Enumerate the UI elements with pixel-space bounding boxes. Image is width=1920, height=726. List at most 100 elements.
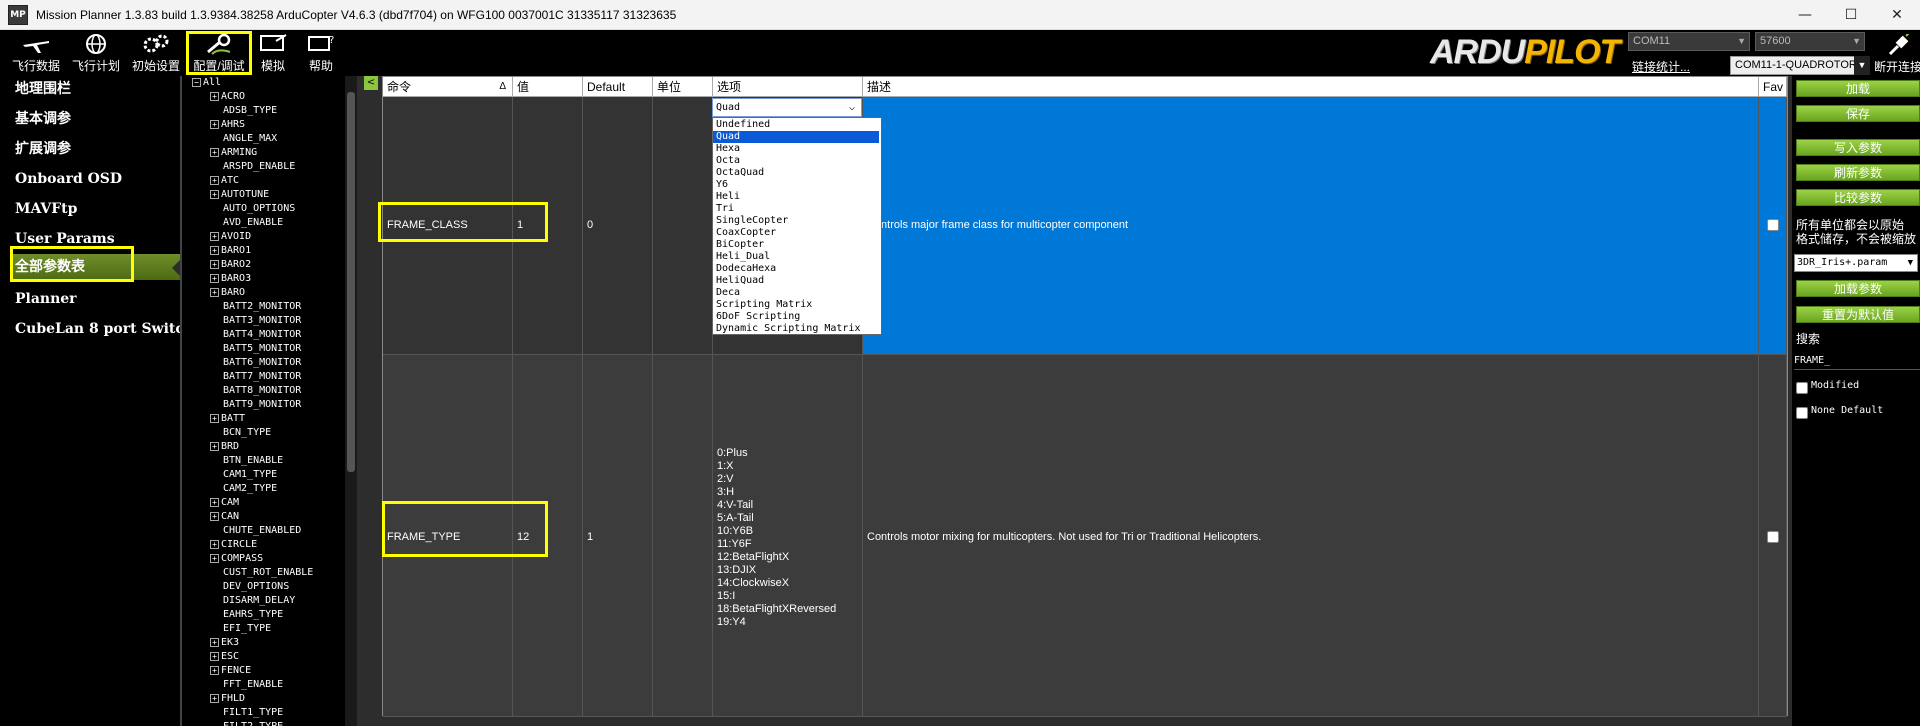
tree-item[interactable]: EAHRS_TYPE — [210, 608, 283, 622]
minimize-button[interactable]: — — [1782, 0, 1828, 30]
tree-item[interactable]: BATT9_MONITOR — [210, 398, 301, 412]
fav-checkbox[interactable] — [1767, 219, 1779, 231]
tree-item[interactable]: + CAM — [210, 496, 239, 510]
tree-item[interactable]: + EK3 — [210, 636, 239, 650]
expand-icon[interactable]: + — [210, 231, 219, 241]
tree-item[interactable]: + CIRCLE — [210, 538, 257, 552]
table-row[interactable]: FRAME_TYPE 12 1 0:Plus 1:X 2:V 3:H 4:V-T… — [383, 355, 1787, 717]
expand-icon[interactable]: + — [210, 287, 219, 297]
tree-item[interactable]: AUTO_OPTIONS — [210, 202, 295, 216]
load-params-button[interactable]: 加载参数 — [1796, 280, 1920, 297]
tree-item[interactable]: + BARO — [210, 286, 245, 300]
nav-item-basic-tuning[interactable]: 基本调参 — [15, 106, 71, 132]
tree-root[interactable]: − All — [192, 76, 221, 90]
tree-item[interactable]: + AHRS — [210, 118, 245, 132]
tree-item[interactable]: + CAN — [210, 510, 239, 524]
tree-item[interactable]: AVD_ENABLE — [210, 216, 283, 230]
expand-icon[interactable]: + — [210, 497, 219, 507]
close-button[interactable]: ✕ — [1874, 0, 1920, 30]
tree-item[interactable]: EFI_TYPE — [210, 622, 271, 636]
expand-icon[interactable]: + — [210, 245, 219, 255]
dropdown-option[interactable]: Heli — [713, 191, 879, 203]
tree-item[interactable]: + COMPASS — [210, 552, 263, 566]
dropdown-option[interactable]: DodecaHexa — [713, 263, 879, 275]
nav-item-full-param-list[interactable]: 全部参数表 — [10, 254, 180, 280]
dropdown-option[interactable]: SingleCopter — [713, 215, 879, 227]
help-button[interactable]: ? 帮助 — [300, 32, 342, 74]
collapse-button[interactable]: < — [364, 76, 378, 90]
flight-data-button[interactable]: 飞行数据 — [12, 32, 60, 74]
tree-item[interactable]: BATT5_MONITOR — [210, 342, 301, 356]
tree-item[interactable]: + BARO1 — [210, 244, 251, 258]
tree-scrollbar[interactable] — [345, 76, 357, 726]
save-button[interactable]: 保存 — [1796, 105, 1920, 122]
tree-item[interactable]: BCN_TYPE — [210, 426, 271, 440]
tree-item[interactable]: BATT8_MONITOR — [210, 384, 301, 398]
header-value[interactable]: 值 — [513, 77, 583, 97]
flight-plan-button[interactable]: 飞行计划 — [70, 32, 122, 74]
nav-item-user-params[interactable]: User Params — [15, 226, 115, 252]
frame-class-select[interactable]: Quad ⌵ — [712, 98, 862, 117]
header-units[interactable]: 单位 — [653, 77, 713, 97]
dropdown-option[interactable]: Undefined — [713, 119, 879, 131]
tree-item[interactable]: FILT2_TYPE — [210, 720, 283, 726]
header-options[interactable]: 选项 — [713, 77, 863, 97]
tree-item[interactable]: CAM1_TYPE — [210, 468, 277, 482]
dropdown-option[interactable]: Scripting Matrix — [713, 299, 879, 311]
link-stats-link[interactable]: 链接统计... — [1632, 58, 1690, 75]
nav-item-mavftp[interactable]: MAVFtp — [15, 196, 77, 222]
tree-item[interactable]: + AUTOTUNE — [210, 188, 269, 202]
tree-item[interactable]: CUST_ROT_ENABLE — [210, 566, 313, 580]
expand-icon[interactable]: + — [210, 651, 219, 661]
expand-icon[interactable]: + — [210, 539, 219, 549]
baud-select[interactable]: 57600 ▼ — [1755, 32, 1865, 51]
tree-item[interactable]: + BATT — [210, 412, 245, 426]
cell-command[interactable]: FRAME_CLASS — [383, 97, 513, 355]
dropdown-option[interactable]: Deca — [713, 287, 879, 299]
cell-options[interactable]: 0:Plus 1:X 2:V 3:H 4:V-Tail 5:A-Tail 10:… — [713, 355, 863, 717]
tree-item[interactable]: + ESC — [210, 650, 239, 664]
nav-item-planner[interactable]: Planner — [15, 286, 77, 312]
tree-item[interactable]: ARSPD_ENABLE — [210, 160, 295, 174]
tree-item[interactable]: + AVOID — [210, 230, 251, 244]
tree-item[interactable]: BATT3_MONITOR — [210, 314, 301, 328]
nav-item-extended-tuning[interactable]: 扩展调参 — [15, 136, 71, 162]
dropdown-option[interactable]: Hexa — [713, 143, 879, 155]
tree-item[interactable]: + ACRO — [210, 90, 245, 104]
collapse-icon[interactable]: − — [192, 77, 201, 87]
expand-icon[interactable]: + — [210, 441, 219, 451]
dropdown-option[interactable]: 6DoF Scripting — [713, 311, 879, 323]
cell-value[interactable]: 1 — [513, 97, 583, 355]
tree-item[interactable]: + BARO2 — [210, 258, 251, 272]
expand-icon[interactable]: + — [210, 553, 219, 563]
tree-item[interactable]: BATT7_MONITOR — [210, 370, 301, 384]
tree-item[interactable]: + ATC — [210, 174, 239, 188]
simulation-button[interactable]: 模拟 — [252, 32, 294, 74]
tree-item[interactable]: DEV_OPTIONS — [210, 580, 289, 594]
fav-checkbox[interactable] — [1767, 531, 1779, 543]
dropdown-option[interactable]: HeliQuad — [713, 275, 879, 287]
none-default-checkbox[interactable] — [1796, 407, 1808, 419]
cell-command[interactable]: FRAME_TYPE — [383, 355, 513, 717]
maximize-button[interactable]: ☐ — [1828, 0, 1874, 30]
nav-item-cubelan-switch[interactable]: CubeLan 8 port Switch — [15, 316, 194, 342]
expand-icon[interactable]: + — [210, 189, 219, 199]
cell-value[interactable]: 12 — [513, 355, 583, 717]
nav-item-geofence[interactable]: 地理围栏 — [15, 76, 71, 102]
header-default[interactable]: Default — [583, 77, 653, 97]
config-tuning-button[interactable]: 配置/调试 — [186, 31, 252, 75]
expand-icon[interactable]: + — [210, 693, 219, 703]
tree-item[interactable]: ANGLE_MAX — [210, 132, 277, 146]
header-description[interactable]: 描述 — [863, 77, 1759, 97]
expand-icon[interactable]: + — [210, 147, 219, 157]
dropdown-option[interactable]: Heli_Dual — [713, 251, 879, 263]
load-button[interactable]: 加载 — [1796, 80, 1920, 97]
port-select[interactable]: COM11 ▼ — [1628, 32, 1750, 51]
dropdown-option[interactable]: CoaxCopter — [713, 227, 879, 239]
expand-icon[interactable]: + — [210, 259, 219, 269]
tree-item[interactable]: BTN_ENABLE — [210, 454, 283, 468]
expand-icon[interactable]: + — [210, 273, 219, 283]
tree-item[interactable]: BATT4_MONITOR — [210, 328, 301, 342]
tree-item[interactable]: CHUTE_ENABLED — [210, 524, 301, 538]
tree-item[interactable]: + ARMING — [210, 146, 257, 160]
